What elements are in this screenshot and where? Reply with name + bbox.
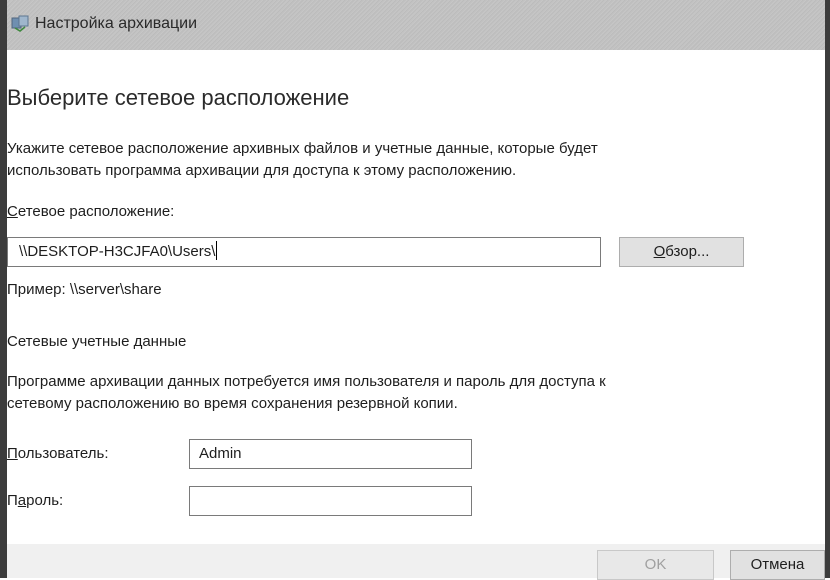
credentials-description-line-2: сетевому расположению во время сохранени… xyxy=(7,395,458,412)
window-border-left xyxy=(0,0,7,578)
username-label: Пользователь: xyxy=(7,445,109,462)
password-label-text-end: роль: xyxy=(26,492,64,509)
location-description-line-1: Укажите сетевое расположение архивных фа… xyxy=(7,140,598,157)
password-input[interactable] xyxy=(189,486,472,516)
network-location-value: \\DESKTOP-H3CJFA0\Users\ xyxy=(19,243,216,260)
browse-button[interactable]: Обзор... xyxy=(619,237,744,267)
browse-button-label: бзор... xyxy=(665,243,710,260)
cancel-button[interactable]: Отмена xyxy=(730,550,825,580)
username-value: Admin xyxy=(199,445,242,462)
password-label: Пароль: xyxy=(7,492,63,509)
window-border-right xyxy=(825,0,830,578)
network-location-label-accesskey: С xyxy=(7,203,18,220)
backup-settings-dialog: Настройка архивации Выберите сетевое рас… xyxy=(0,0,830,580)
network-location-input[interactable]: \\DESKTOP-H3CJFA0\Users\ xyxy=(7,237,601,267)
location-description-line-2: использовать программа архивации для дос… xyxy=(7,162,517,179)
username-label-accesskey: П xyxy=(7,445,18,462)
location-description: Укажите сетевое расположение архивных фа… xyxy=(7,138,598,182)
title-bar[interactable]: Настройка архивации xyxy=(7,0,825,50)
password-label-text-start: П xyxy=(7,492,18,509)
network-location-label: Сетевое расположение: xyxy=(7,203,174,220)
backup-app-icon xyxy=(11,15,29,32)
ok-button[interactable]: OK xyxy=(597,550,714,580)
username-input[interactable]: Admin xyxy=(189,439,472,469)
browse-button-accesskey: О xyxy=(653,243,666,260)
network-credentials-heading: Сетевые учетные данные xyxy=(7,333,187,350)
window-title: Настройка архивации xyxy=(35,15,198,32)
username-label-text: ользователь: xyxy=(17,445,109,462)
location-example: Пример: \\server\share xyxy=(7,281,162,298)
credentials-description: Программе архивации данных потребуется и… xyxy=(7,371,606,415)
network-location-label-text: етевое расположение: xyxy=(17,203,175,220)
password-label-accesskey: а xyxy=(17,492,27,509)
page-title: Выберите сетевое расположение xyxy=(7,85,350,110)
credentials-description-line-1: Программе архивации данных потребуется и… xyxy=(7,373,606,390)
text-caret xyxy=(216,241,218,260)
